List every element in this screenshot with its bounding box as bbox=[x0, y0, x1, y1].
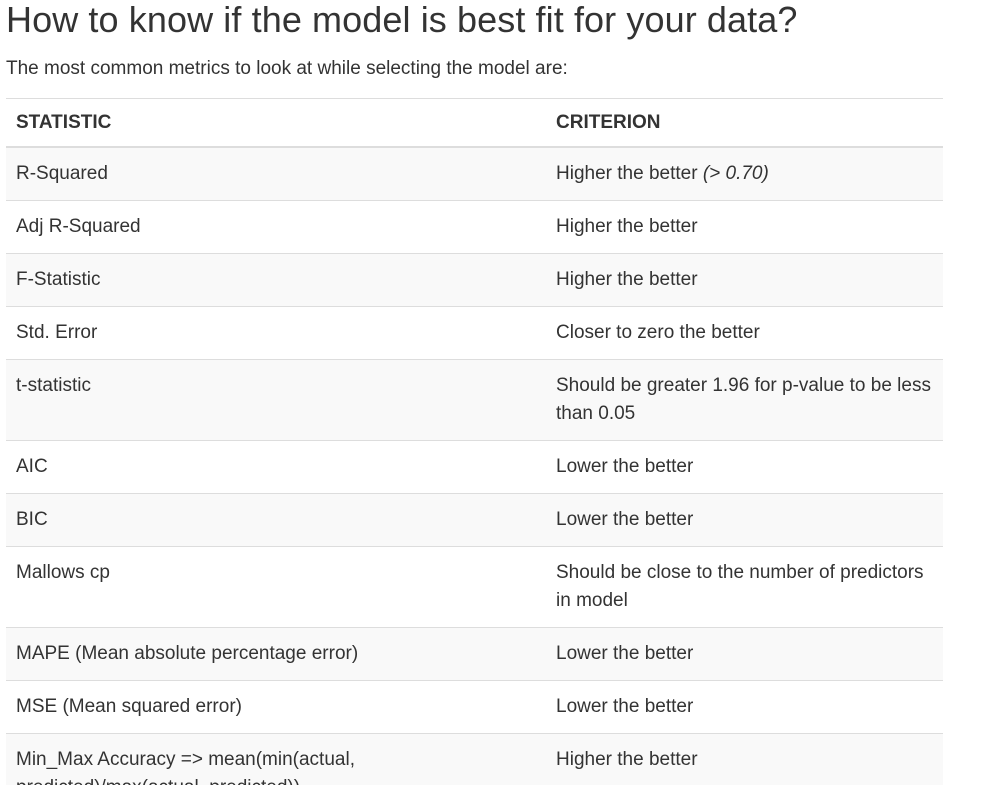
table-row: F-Statistic Higher the better bbox=[6, 253, 943, 307]
table-row: MSE (Mean squared error) Lower the bette… bbox=[6, 680, 943, 734]
page-title: How to know if the model is best fit for… bbox=[6, 0, 798, 40]
table-row: Min_Max Accuracy => mean(min(actual, pre… bbox=[6, 733, 943, 785]
criterion-text: Higher the better bbox=[556, 163, 698, 184]
criterion-cell: Should be greater 1.96 for p-value to be… bbox=[546, 359, 943, 441]
criterion-cell: Lower the better bbox=[546, 680, 943, 734]
criterion-cell: Should be close to the number of predict… bbox=[546, 546, 943, 628]
table-row: Mallows cp Should be close to the number… bbox=[6, 546, 943, 628]
table-body: R-Squared Higher the better (> 0.70) Adj… bbox=[6, 147, 943, 785]
criterion-note: (> 0.70) bbox=[702, 163, 769, 184]
criterion-cell: Closer to zero the better bbox=[546, 306, 943, 360]
statistic-cell: Mallows cp bbox=[6, 546, 546, 628]
criterion-cell: Lower the better bbox=[546, 440, 943, 494]
table-row: Std. Error Closer to zero the better bbox=[6, 306, 943, 360]
table-row: t-statistic Should be greater 1.96 for p… bbox=[6, 359, 943, 441]
table-row: BIC Lower the better bbox=[6, 493, 943, 547]
table-row: AIC Lower the better bbox=[6, 440, 943, 494]
statistic-cell: t-statistic bbox=[6, 359, 546, 441]
statistic-cell: Std. Error bbox=[6, 306, 546, 360]
criterion-cell: Higher the better bbox=[546, 200, 943, 254]
metrics-table: STATISTIC CRITERION R-Squared Higher the… bbox=[6, 98, 943, 785]
header-criterion: CRITERION bbox=[546, 98, 943, 148]
table-row: MAPE (Mean absolute percentage error) Lo… bbox=[6, 627, 943, 681]
header-statistic: STATISTIC bbox=[6, 98, 546, 148]
header-row: STATISTIC CRITERION bbox=[6, 98, 943, 148]
table-header: STATISTIC CRITERION bbox=[6, 98, 943, 148]
intro-text: The most common metrics to look at while… bbox=[6, 58, 568, 79]
criterion-cell: Lower the better bbox=[546, 627, 943, 681]
criterion-cell: Lower the better bbox=[546, 493, 943, 547]
statistic-cell: MAPE (Mean absolute percentage error) bbox=[6, 627, 546, 681]
criterion-cell: Higher the better bbox=[546, 253, 943, 307]
statistic-cell: Min_Max Accuracy => mean(min(actual, pre… bbox=[6, 733, 546, 785]
page: How to know if the model is best fit for… bbox=[0, 0, 982, 785]
statistic-cell: AIC bbox=[6, 440, 546, 494]
statistic-cell: BIC bbox=[6, 493, 546, 547]
statistic-cell: F-Statistic bbox=[6, 253, 546, 307]
table-row: R-Squared Higher the better (> 0.70) bbox=[6, 147, 943, 201]
statistic-cell: MSE (Mean squared error) bbox=[6, 680, 546, 734]
statistic-cell: Adj R-Squared bbox=[6, 200, 546, 254]
criterion-cell: Higher the better (> 0.70) bbox=[546, 147, 943, 201]
criterion-cell: Higher the better bbox=[546, 733, 943, 785]
statistic-cell: R-Squared bbox=[6, 147, 546, 201]
table-row: Adj R-Squared Higher the better bbox=[6, 200, 943, 254]
